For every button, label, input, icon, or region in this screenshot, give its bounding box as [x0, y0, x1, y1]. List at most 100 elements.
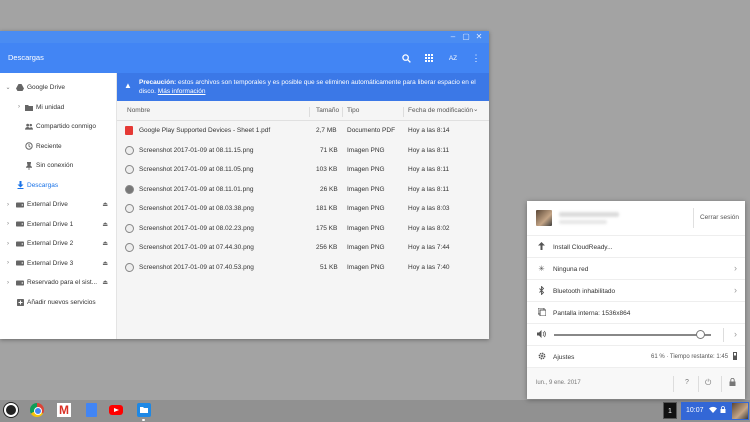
- eject-icon[interactable]: ⏏: [102, 279, 108, 286]
- search-icon[interactable]: [398, 50, 414, 66]
- chrome-app-icon[interactable]: [30, 403, 44, 417]
- chevron-right-icon[interactable]: ›: [5, 260, 11, 266]
- eject-icon[interactable]: ⏏: [102, 221, 108, 228]
- install-row[interactable]: Install CloudReady...: [527, 235, 745, 257]
- sidebar-item-external-drive-3[interactable]: › External Drive 3 ⏏: [0, 254, 116, 274]
- usb-drive-icon: [16, 220, 24, 228]
- chevron-right-icon[interactable]: ›: [734, 329, 737, 339]
- bluetooth-row[interactable]: Bluetooth inhabilitado ›: [527, 279, 745, 301]
- column-divider[interactable]: [403, 107, 404, 117]
- chevron-right-icon[interactable]: ›: [734, 285, 737, 295]
- settings-row: Ajustes 61 % · Tiempo restante: 1:45: [527, 345, 745, 367]
- sidebar-item-recent[interactable]: Reciente: [0, 137, 116, 157]
- lock-icon[interactable]: [729, 377, 736, 388]
- volume-slider-track[interactable]: [554, 334, 711, 336]
- sidebar-item-label: Compartido conmigo: [36, 123, 96, 131]
- usb-drive-icon: [16, 201, 24, 209]
- sort-button[interactable]: AZ: [445, 50, 461, 66]
- file-size: 256 KB: [316, 244, 338, 251]
- column-type[interactable]: Tipo: [347, 107, 359, 114]
- chevron-down-icon[interactable]: ⌄: [5, 84, 11, 91]
- file-size: 181 KB: [316, 205, 338, 212]
- chevron-right-icon[interactable]: ›: [734, 263, 737, 273]
- status-area[interactable]: 10:07: [681, 402, 749, 420]
- sidebar-item-label: Reservado para el sist...: [27, 279, 98, 287]
- volume-row: ›: [527, 323, 745, 345]
- display-row[interactable]: Pantalla interna: 1536x864: [527, 301, 745, 323]
- volume-icon[interactable]: [537, 330, 546, 340]
- table-row[interactable]: Screenshot 2017-01-09 at 07.40.53.png 51…: [117, 258, 489, 278]
- table-row[interactable]: Screenshot 2017-01-09 at 08.02.23.png 17…: [117, 219, 489, 239]
- sidebar-item-downloads[interactable]: Descargas: [0, 176, 116, 196]
- close-icon[interactable]: ✕: [474, 32, 484, 42]
- download-icon: [16, 181, 24, 190]
- sign-out-button[interactable]: Cerrar sesión: [693, 208, 745, 228]
- network-row[interactable]: ✳ Ninguna red ›: [527, 257, 745, 279]
- image-thumbnail-icon: [125, 165, 134, 174]
- sidebar-item-offline[interactable]: Sin conexión: [0, 156, 116, 176]
- sidebar-item-add-services[interactable]: Añadir nuevos servicios: [0, 293, 116, 313]
- learn-more-link[interactable]: Más información: [158, 88, 206, 95]
- sidebar-item-reserved[interactable]: › Reservado para el sist... ⏏: [0, 273, 116, 293]
- window-caption-bar[interactable]: – ▢ ✕: [0, 31, 489, 43]
- table-row[interactable]: Screenshot 2017-01-09 at 08.11.05.png 10…: [117, 160, 489, 180]
- banner-bold: Precaución:: [139, 79, 177, 86]
- eject-icon[interactable]: ⏏: [102, 240, 108, 247]
- user-name-redacted: [559, 212, 619, 217]
- column-divider[interactable]: [309, 107, 310, 117]
- sidebar-item-mi-unidad[interactable]: › Mi unidad: [0, 98, 116, 118]
- battery-icon: [733, 352, 737, 360]
- more-options-icon[interactable]: ⋮: [468, 50, 484, 66]
- gear-icon[interactable]: [537, 352, 546, 362]
- avatar: [732, 403, 748, 419]
- youtube-app-icon[interactable]: [109, 405, 123, 415]
- file-type: Imagen PNG: [347, 205, 385, 212]
- eject-icon[interactable]: ⏏: [102, 260, 108, 267]
- minimize-icon[interactable]: –: [448, 32, 458, 42]
- column-modified[interactable]: Fecha de modificación: [408, 107, 473, 114]
- table-row[interactable]: Screenshot 2017-01-09 at 08.03.38.png 18…: [117, 199, 489, 219]
- lock-icon: [720, 406, 726, 415]
- table-row[interactable]: Screenshot 2017-01-09 at 08.11.01.png 26…: [117, 180, 489, 200]
- table-row[interactable]: Screenshot 2017-01-09 at 08.11.15.png 71…: [117, 141, 489, 161]
- sidebar: ⌄ Google Drive › Mi unidad Compartido co…: [0, 73, 117, 339]
- chevron-right-icon[interactable]: ›: [5, 221, 11, 227]
- column-name[interactable]: Nombre: [127, 107, 150, 114]
- power-icon[interactable]: ⏻: [705, 378, 711, 388]
- column-size[interactable]: Tamaño: [316, 107, 339, 114]
- network-icon: ✳: [538, 264, 545, 273]
- file-list-pane: ▲ Precaución: estos archivos son tempora…: [117, 73, 489, 339]
- table-row[interactable]: Google Play Supported Devices - Sheet 1.…: [117, 121, 489, 141]
- file-type: Imagen PNG: [347, 185, 385, 193]
- shelf: 1 10:07: [0, 400, 750, 422]
- chevron-right-icon[interactable]: ›: [5, 280, 11, 286]
- docs-app-icon[interactable]: [86, 403, 97, 417]
- window-title: Descargas: [8, 53, 44, 62]
- eject-icon[interactable]: ⏏: [102, 201, 108, 208]
- launcher-button[interactable]: [4, 403, 18, 417]
- grid-view-icon[interactable]: [421, 50, 437, 66]
- chevron-right-icon[interactable]: ›: [5, 202, 11, 208]
- help-button[interactable]: ?: [685, 379, 689, 386]
- sidebar-item-shared[interactable]: Compartido conmigo: [0, 117, 116, 137]
- chevron-right-icon[interactable]: ›: [5, 241, 11, 247]
- sidebar-item-external-drive[interactable]: › External Drive ⏏: [0, 195, 116, 215]
- table-row[interactable]: Screenshot 2017-01-09 at 07.44.30.png 25…: [117, 238, 489, 258]
- settings-button[interactable]: Ajustes: [553, 354, 574, 361]
- file-type: Imagen PNG: [347, 146, 385, 154]
- sidebar-item-label: Reciente: [36, 142, 62, 150]
- date-label[interactable]: lun., 9 ene. 2017: [536, 380, 581, 386]
- notification-badge[interactable]: 1: [663, 402, 677, 419]
- chevron-right-icon[interactable]: ›: [16, 104, 22, 110]
- sidebar-item-external-drive-1[interactable]: › External Drive 1 ⏏: [0, 215, 116, 235]
- file-type: Imagen PNG: [347, 244, 385, 251]
- sidebar-item-external-drive-2[interactable]: › External Drive 2 ⏏: [0, 234, 116, 254]
- gmail-app-icon[interactable]: [57, 403, 71, 417]
- maximize-icon[interactable]: ▢: [461, 32, 471, 42]
- files-app-icon[interactable]: [137, 403, 151, 417]
- image-thumbnail-icon: [125, 145, 134, 155]
- sidebar-item-label: Google Drive: [27, 84, 65, 92]
- column-divider[interactable]: [342, 107, 343, 117]
- volume-slider-knob[interactable]: [695, 330, 705, 339]
- sidebar-item-google-drive[interactable]: ⌄ Google Drive: [0, 78, 116, 98]
